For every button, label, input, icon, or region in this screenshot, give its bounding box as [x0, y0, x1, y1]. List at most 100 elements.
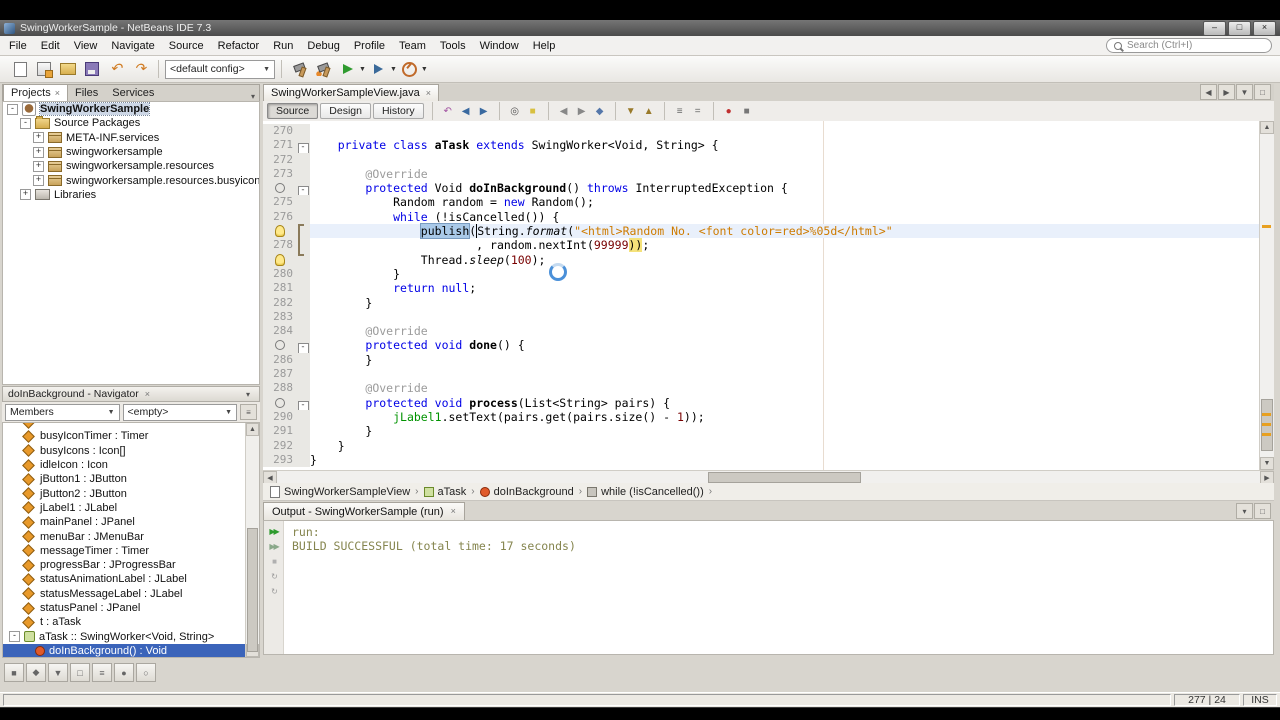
tree-expander-icon[interactable]: + — [33, 132, 44, 144]
navigator-item[interactable]: busyIcons : Icon[] — [3, 444, 259, 458]
code-text[interactable]: @Override — [310, 167, 1260, 181]
tree-expander-icon[interactable]: + — [33, 160, 44, 172]
menu-source[interactable]: Source — [162, 38, 211, 54]
menu-run[interactable]: Run — [266, 38, 300, 54]
menu-profile[interactable]: Profile — [347, 38, 392, 54]
scroll-up-icon[interactable]: ▲ — [1260, 121, 1274, 134]
code-text[interactable]: } — [310, 267, 1260, 281]
close-output-icon[interactable]: × — [451, 507, 456, 516]
line-gutter[interactable]: 270 — [263, 124, 296, 139]
tree-expander-icon[interactable]: - — [7, 103, 18, 115]
breadcrumb-item[interactable]: aTask — [423, 486, 466, 498]
line-gutter[interactable]: 291 — [263, 424, 296, 439]
stop-macro-icon[interactable]: ■ — [738, 103, 756, 119]
line-gutter[interactable]: 288 — [263, 381, 296, 396]
run-button[interactable] — [336, 58, 360, 80]
line-gutter[interactable]: 283 — [263, 309, 296, 325]
clear-output-button[interactable]: ↻ — [271, 573, 278, 581]
line-gutter[interactable]: 292 — [263, 438, 296, 453]
navigator-item[interactable]: t : aTask — [3, 615, 259, 629]
tree-expander-icon[interactable]: - — [9, 631, 20, 643]
navigator-item[interactable]: mainPanel : JPanel — [3, 515, 259, 529]
navigator-list[interactable]: busyIconTimer : Timer busyIcons : Icon[] i… — [2, 422, 260, 658]
tree-item[interactable]: + swingworkersample.resources — [3, 159, 259, 173]
toggle-bookmark-icon[interactable]: ◆ — [591, 103, 609, 119]
tab-files[interactable]: Files — [68, 85, 105, 101]
maximize-editor-icon[interactable]: □ — [1254, 84, 1271, 100]
code-text[interactable]: protected void process(List<String> pair… — [310, 396, 1260, 410]
menu-debug[interactable]: Debug — [300, 38, 346, 54]
search-input[interactable]: Search (Ctrl+I) — [1106, 38, 1272, 53]
uncomment-icon[interactable]: = — [689, 103, 707, 119]
tree-expander-icon[interactable]: - — [20, 117, 31, 129]
title-bar[interactable]: SwingWorkerSample - NetBeans IDE 7.3 – □… — [0, 20, 1280, 36]
navigator-item[interactable]: jLabel1 : JLabel — [3, 501, 259, 515]
sort-alpha-button[interactable]: ≡ — [92, 663, 112, 682]
tab-list-icon[interactable]: ▼ — [1236, 84, 1253, 100]
tab-services[interactable]: Services — [105, 85, 161, 101]
navigator-item[interactable] — [3, 423, 259, 429]
line-gutter[interactable] — [263, 395, 296, 410]
code-text[interactable]: } — [310, 296, 1260, 310]
output-text[interactable]: run: BUILD SUCCESSFUL (total time: 17 se… — [284, 521, 584, 654]
line-gutter[interactable]: 272 — [263, 152, 296, 167]
debug-dropdown-icon[interactable]: ▼ — [390, 66, 397, 73]
scroll-tabs-right-icon[interactable]: ▶ — [1218, 84, 1235, 100]
tree-item[interactable]: + swingworkersample — [3, 145, 259, 159]
code-text[interactable]: , random.nextInt(99999)); — [310, 238, 1260, 253]
line-gutter[interactable]: 293 — [263, 452, 296, 468]
line-gutter[interactable]: 287 — [263, 367, 296, 382]
close-tab-icon[interactable]: × — [426, 88, 431, 98]
tree-expander-icon[interactable]: + — [33, 146, 44, 158]
scrollbar-thumb[interactable] — [707, 472, 862, 483]
comment-icon[interactable]: ≡ — [671, 103, 689, 119]
redo-button[interactable] — [128, 58, 152, 80]
code-text[interactable]: @Override — [310, 324, 1260, 338]
tree-item[interactable]: - SwingWorkerSample — [3, 102, 259, 117]
navigator-item[interactable]: statusAnimationLabel : JLabel — [3, 572, 259, 586]
menu-view[interactable]: View — [67, 38, 105, 54]
view-source-button[interactable]: Source — [267, 103, 319, 119]
line-gutter[interactable]: 282 — [263, 295, 296, 310]
code-text[interactable] — [310, 367, 1260, 381]
code-text[interactable]: return null; — [310, 281, 1260, 295]
navigator-filter-select[interactable]: <empty> ▼ — [122, 403, 237, 421]
line-gutter[interactable]: 281 — [263, 281, 296, 296]
open-project-button[interactable] — [56, 58, 80, 80]
breadcrumb-item[interactable]: doInBackground — [479, 486, 574, 498]
filter-button[interactable]: ○ — [136, 663, 156, 682]
navigator-item[interactable]: jButton1 : JButton — [3, 472, 259, 486]
breadcrumb-item[interactable]: SwingWorkerSampleView — [270, 485, 410, 498]
navigator-view-select[interactable]: Members ▼ — [5, 403, 120, 421]
tree-item[interactable]: + META-INF.services — [3, 131, 259, 145]
navigator-item[interactable]: jButton2 : JButton — [3, 486, 259, 500]
code-text[interactable] — [310, 310, 1260, 324]
navigator-item[interactable]: statusMessageLabel : JLabel — [3, 587, 259, 601]
navigator-item[interactable]: messageTimer : Timer — [3, 544, 259, 558]
output-settings-button[interactable]: ↻ — [271, 588, 278, 596]
run-dropdown-icon[interactable]: ▼ — [359, 66, 366, 73]
line-gutter[interactable]: 271 — [263, 138, 296, 153]
sort-source-button[interactable]: ● — [114, 663, 134, 682]
tab-projects[interactable]: Projects × — [3, 84, 69, 101]
menu-window[interactable]: Window — [473, 38, 526, 54]
last-edit-location-icon[interactable]: ↶ — [439, 103, 457, 119]
scroll-tabs-left-icon[interactable]: ◀ — [1200, 84, 1217, 100]
close-tab-icon[interactable]: × — [55, 88, 60, 98]
tree-item[interactable]: - Source Packages — [3, 115, 259, 130]
line-gutter[interactable]: 280 — [263, 266, 296, 282]
find-selection-icon[interactable]: ◎ — [506, 103, 524, 119]
menu-navigate[interactable]: Navigate — [104, 38, 161, 54]
profile-dropdown-icon[interactable]: ▼ — [421, 66, 428, 73]
next-bookmark-icon[interactable]: ▶ — [573, 103, 591, 119]
close-button[interactable]: × — [1253, 20, 1276, 36]
debug-button[interactable] — [367, 58, 391, 80]
scrollbar-thumb[interactable] — [247, 528, 258, 652]
float-output-icon[interactable]: □ — [1254, 503, 1271, 519]
navigator-header[interactable]: doInBackground - Navigator × ▾ — [2, 386, 260, 402]
scroll-down-icon[interactable]: ▼ — [1260, 457, 1274, 470]
line-gutter[interactable] — [263, 338, 296, 353]
line-gutter[interactable]: 278 — [263, 238, 296, 253]
close-navigator-icon[interactable]: × — [145, 389, 150, 399]
tree-expander-icon[interactable]: + — [33, 175, 44, 187]
